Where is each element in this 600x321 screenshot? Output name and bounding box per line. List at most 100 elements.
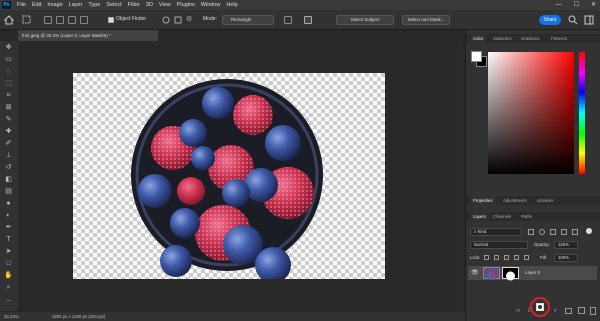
object-select-icon[interactable]: ⬚	[4, 79, 13, 88]
layer-name[interactable]: Layer 0	[525, 269, 540, 277]
show-all-objects-icon[interactable]	[174, 16, 182, 24]
object-select-tool-icon[interactable]	[22, 15, 32, 25]
clone-stamp-icon[interactable]: ⊥	[4, 151, 13, 160]
menu-edit[interactable]: Edit	[32, 0, 41, 10]
workspace-icon[interactable]	[584, 15, 594, 25]
artboard-icon[interactable]: ▭	[4, 55, 13, 64]
layer-mask-thumbnail[interactable]	[502, 267, 519, 281]
menu-3d[interactable]: 3D	[146, 0, 153, 10]
eyedropper-icon[interactable]: ✎	[4, 115, 13, 124]
adjustment-layer-icon[interactable]: ◐	[554, 308, 558, 314]
zoom-level[interactable]: 33.33%	[4, 312, 19, 321]
brush-icon[interactable]: ✐	[4, 139, 13, 148]
document-canvas[interactable]	[73, 73, 385, 283]
new-layer-icon[interactable]	[578, 307, 585, 314]
tab-layers[interactable]: Layers	[470, 212, 489, 221]
vertical-scrollbar[interactable]	[458, 41, 464, 312]
pixel-filter-icon[interactable]	[528, 229, 534, 235]
mode-select[interactable]: Rectangle	[222, 15, 274, 25]
filter-toggle-icon[interactable]	[586, 228, 592, 234]
menu-help[interactable]: Help	[226, 0, 237, 10]
tab-adjustments[interactable]: Adjustments	[500, 196, 530, 205]
move-tool-icon[interactable]: ✥	[4, 43, 13, 52]
blur-icon[interactable]: ●	[4, 199, 13, 208]
blend-mode-select[interactable]: Normal	[470, 241, 528, 249]
tab-gradients[interactable]: Gradients	[518, 34, 543, 43]
refresh-icon[interactable]	[162, 16, 170, 24]
lock-transparent-icon[interactable]	[484, 255, 489, 260]
crop-icon[interactable]: ⌗	[4, 91, 13, 100]
frame-icon[interactable]: ⊠	[4, 103, 13, 112]
healing-brush-icon[interactable]: ✚	[4, 127, 13, 136]
tab-color[interactable]: Color	[470, 34, 487, 43]
history-brush-icon[interactable]: ↺	[4, 163, 13, 172]
lasso-icon[interactable]: ◌	[4, 67, 13, 76]
menu-type[interactable]: Type	[88, 0, 100, 10]
tab-channels[interactable]: Channels	[490, 212, 514, 221]
rectangle-icon[interactable]: □	[4, 259, 13, 268]
add-to-selection-icon[interactable]	[56, 16, 64, 24]
shape-filter-icon[interactable]	[561, 229, 567, 235]
type-filter-icon[interactable]	[550, 229, 556, 235]
share-button[interactable]: Share	[539, 15, 561, 25]
lock-artboard-icon[interactable]	[514, 255, 519, 260]
zoom-icon[interactable]: ⌕	[4, 283, 13, 292]
new-selection-icon[interactable]	[44, 16, 52, 24]
menu-image[interactable]: Image	[47, 0, 62, 10]
menu-file[interactable]: File	[17, 0, 26, 10]
path-select-icon[interactable]: ➤	[4, 247, 13, 256]
delete-layer-icon[interactable]	[590, 307, 596, 315]
lock-image-icon[interactable]	[494, 255, 499, 260]
smart-object-filter-icon[interactable]	[572, 229, 578, 235]
menu-filter[interactable]: Filter	[128, 0, 140, 10]
document-tab-bar: fruit.jpeg @ 33.3% (Layer 0, Layer Mask/…	[18, 30, 465, 41]
lock-all-icon[interactable]	[524, 255, 529, 260]
fill-field[interactable]: 100%	[554, 254, 578, 262]
close-button[interactable]: ✕	[591, 0, 596, 10]
settings-gear-icon[interactable]: ⚙	[186, 16, 194, 24]
add-layer-mask-icon[interactable]	[536, 303, 544, 311]
tab-libraries[interactable]: Libraries	[534, 196, 556, 205]
menu-select[interactable]: Select	[106, 0, 121, 10]
adjustment-filter-icon[interactable]	[539, 229, 545, 235]
eraser-icon[interactable]: ◧	[4, 175, 13, 184]
dodge-icon[interactable]: ◐	[4, 211, 13, 220]
canvas-area[interactable]	[18, 41, 465, 312]
search-icon[interactable]	[568, 15, 578, 25]
minimize-button[interactable]: —	[556, 0, 562, 10]
link-layers-icon[interactable]: ∞	[516, 308, 520, 314]
lock-position-icon[interactable]	[504, 255, 509, 260]
layer-thumbnail[interactable]	[483, 267, 500, 280]
menu-window[interactable]: Window	[201, 0, 221, 10]
layer-filter-select[interactable]: ⌕ Kind	[470, 228, 522, 236]
tab-patterns[interactable]: Patterns	[548, 34, 570, 43]
home-icon[interactable]	[3, 15, 15, 25]
menu-layer[interactable]: Layer	[69, 0, 83, 10]
foreground-color-swatch[interactable]	[471, 51, 482, 62]
subtract-selection-icon[interactable]	[68, 16, 76, 24]
tab-paths[interactable]: Paths	[518, 212, 535, 221]
sample-all-layers-icon[interactable]	[284, 16, 292, 24]
menu-plugins[interactable]: Plugins	[177, 0, 195, 10]
tab-properties[interactable]: Properties	[470, 196, 496, 205]
layer-row[interactable]: 👁 Layer 0	[468, 266, 597, 281]
hand-icon[interactable]: ✋	[4, 271, 13, 280]
object-finder-checkbox[interactable]	[108, 17, 114, 23]
color-picker-field[interactable]	[488, 52, 574, 174]
gradient-icon[interactable]: ▤	[4, 187, 13, 196]
document-tab[interactable]: fruit.jpeg @ 33.3% (Layer 0, Layer Mask/…	[18, 30, 158, 41]
hue-slider[interactable]	[579, 52, 585, 174]
more-icon[interactable]: …	[4, 295, 13, 304]
auto-enhance-icon[interactable]	[304, 16, 312, 24]
opacity-field[interactable]: 100%	[554, 241, 578, 249]
pen-icon[interactable]: ✒	[4, 223, 13, 232]
type-icon[interactable]: T	[4, 235, 13, 244]
menu-view[interactable]: View	[159, 0, 171, 10]
select-subject-button[interactable]: Select Subject	[336, 15, 394, 25]
visibility-eye-icon[interactable]: 👁	[471, 269, 479, 277]
tab-swatches[interactable]: Swatches	[490, 34, 515, 43]
select-and-mask-button[interactable]: Select and Mask...	[402, 15, 450, 25]
group-folder-icon[interactable]	[565, 308, 572, 314]
intersect-selection-icon[interactable]	[80, 16, 88, 24]
maximize-button[interactable]: ☐	[574, 0, 579, 10]
